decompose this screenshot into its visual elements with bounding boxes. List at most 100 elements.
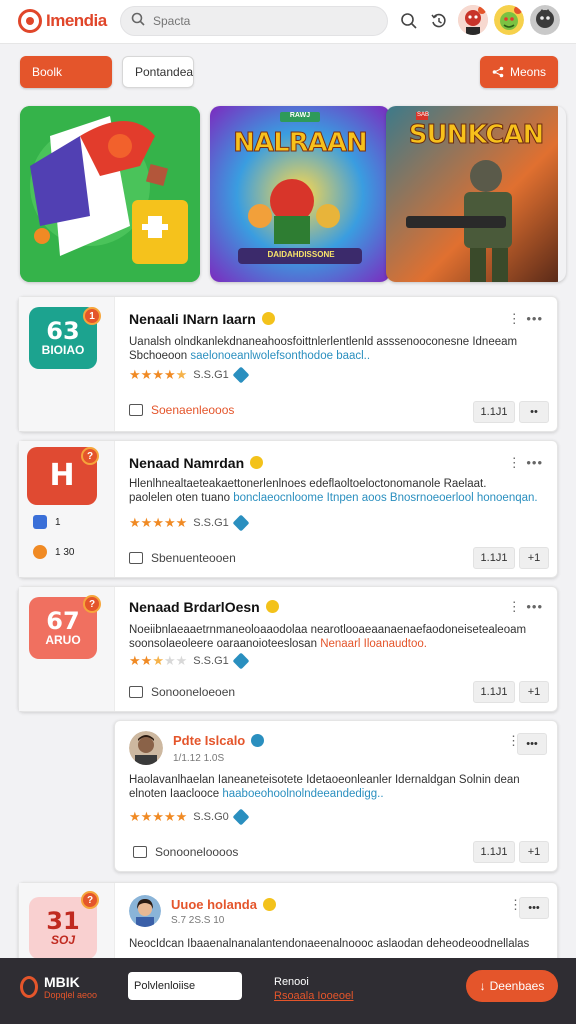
app-card[interactable]: 63 BIOIAO 1 Nenaali INarn Iaarn ⋮ ••• Ua… bbox=[18, 296, 558, 432]
description-link[interactable]: saelonoeanlwolefsonthodoe baacl.. bbox=[190, 350, 370, 362]
category-button[interactable]: Boolk bbox=[20, 56, 112, 88]
description-line: NeocIdcan Ibaaenalnanalantendonaeenalnoo… bbox=[129, 938, 530, 950]
banner-badge: SAB bbox=[416, 112, 429, 118]
count-pill[interactable]: 1.1J1 bbox=[473, 681, 515, 703]
card-action[interactable]: Sonooneloeoen bbox=[129, 685, 235, 699]
verified-icon bbox=[232, 514, 250, 532]
count-pill[interactable]: 1.1J1 bbox=[473, 841, 515, 863]
add-pill[interactable]: +1 bbox=[519, 547, 549, 569]
rating-stars: ★★★★★ bbox=[129, 515, 188, 530]
add-pill[interactable]: +1 bbox=[519, 681, 549, 703]
menu-button-label: Meons bbox=[509, 65, 546, 79]
bottom-logo-sub: Dopqlel aeoo bbox=[44, 990, 98, 1000]
bottom-input[interactable]: Polvlenloiise bbox=[128, 972, 242, 1000]
rating-stars: ★★★★★ bbox=[129, 653, 188, 668]
review-text: NeocIdcan Ibaaenalnanalantendonaeenalnoo… bbox=[129, 937, 537, 951]
more-options-icon[interactable]: ⋮ ••• bbox=[508, 455, 543, 471]
card-action-label: Sbenuenteooen bbox=[151, 551, 236, 565]
card-icon-column: 67 ARUO ? bbox=[19, 587, 115, 711]
banner-subtitle: DAIDAHDISSONE bbox=[267, 250, 335, 259]
share-icon bbox=[492, 66, 504, 78]
history-icon[interactable] bbox=[428, 10, 450, 32]
rating-text: S.S.G1 bbox=[193, 517, 229, 529]
count-pill[interactable]: 1.1J1 bbox=[473, 401, 515, 423]
reviewer-meta: S.7 2S.S 10 bbox=[171, 915, 225, 926]
card-title: Nenaad Namrdan bbox=[129, 455, 264, 471]
logo-text: Imendia bbox=[46, 11, 107, 30]
avatar-man[interactable] bbox=[129, 731, 163, 765]
avatar-red-hero[interactable] bbox=[458, 5, 488, 35]
card-title: Nenaali INarn Iaarn bbox=[129, 311, 275, 327]
description-link[interactable]: haaboeohoolnolndeeandedigg.. bbox=[222, 788, 383, 800]
card-action-label: Soenaenleooos bbox=[151, 403, 235, 417]
bottom-logo[interactable]: MBIK Dopqlel aeoo bbox=[20, 974, 97, 1000]
rating-text: S.S.G0 bbox=[193, 811, 229, 823]
description-link[interactable]: bonclaeocnloome Itnpen aoos Bnosrnoeoerl… bbox=[233, 492, 537, 504]
search-bar[interactable] bbox=[120, 6, 388, 36]
rating-stars: ★★★★★ bbox=[129, 809, 188, 824]
download-button[interactable]: ↓ Deenbaes bbox=[466, 970, 558, 1002]
card-action[interactable]: Soenaenleooos bbox=[129, 403, 234, 417]
add-pill[interactable]: +1 bbox=[519, 841, 549, 863]
calendar-icon bbox=[129, 404, 143, 416]
more-options-icon[interactable]: ⋮ ••• bbox=[508, 311, 543, 327]
kebab-icon[interactable]: ⋮ bbox=[507, 733, 520, 749]
side-stat-value: 1 30 bbox=[55, 546, 75, 558]
emoji-icon bbox=[265, 600, 279, 613]
banner-game-nalraan[interactable]: NALRAAN DAIDAHDISSONE RAWJ bbox=[210, 106, 390, 282]
bottom-input-value: Polvlenloiise bbox=[134, 980, 196, 992]
card-title-text: Nenaad BrdarlOesn bbox=[129, 599, 260, 615]
side-stat: 1 bbox=[33, 515, 61, 529]
reviewer-meta: 1/1.12 1.0S bbox=[173, 753, 225, 764]
bottom-info-link[interactable]: Rsoaala Iooeoel bbox=[274, 989, 354, 1003]
calendar-icon bbox=[133, 846, 147, 858]
notification-badge: ? bbox=[83, 595, 101, 613]
more-options-icon[interactable]: ⋮ ••• bbox=[508, 599, 543, 615]
card-action[interactable]: Sbenuenteooen bbox=[129, 551, 236, 565]
verified-badge-icon bbox=[251, 734, 265, 747]
emoji-icon bbox=[262, 898, 276, 911]
review-text: Haolavanlhaelan Ianeaneteisotete Idetaoe… bbox=[129, 773, 537, 801]
card-icon-column: H ? 1 1 30 bbox=[19, 441, 115, 577]
app-card[interactable]: H ? 1 1 30 Nenaad Namrdan ⋮ ••• Hlenlhne… bbox=[18, 440, 558, 578]
rating-stars: ★★★★★ bbox=[129, 367, 188, 382]
rating: ★★★★★ S.S.G1 bbox=[129, 366, 250, 384]
reviewer-name-text: Pdte Islcalo bbox=[173, 733, 246, 748]
card-title-text: Nenaad Namrdan bbox=[129, 455, 245, 471]
description-text: soonsolaeoleere oaraanoioteeslosan bbox=[129, 638, 317, 650]
verified-icon bbox=[232, 808, 250, 826]
card-title: Nenaad BrdarlOesn bbox=[129, 599, 279, 615]
app-icon-number: 67 bbox=[46, 607, 80, 635]
card-icon-column: 63 BIOIAO 1 bbox=[19, 297, 115, 431]
bottom-info-label: Renooi bbox=[274, 976, 309, 988]
search-input[interactable] bbox=[153, 14, 373, 28]
count-pill[interactable]: 1.1J1 bbox=[473, 547, 515, 569]
logo[interactable]: Imendia bbox=[18, 9, 107, 33]
app-card[interactable]: 67 ARUO ? Nenaad BrdarlOesn ⋮ ••• Noeiib… bbox=[18, 586, 558, 712]
top-bar: Imendia bbox=[0, 0, 576, 44]
popular-filter-button[interactable]: Pontandea bbox=[122, 56, 194, 88]
card-action[interactable]: Sonooneloooos bbox=[133, 845, 238, 859]
avatar-girl[interactable] bbox=[129, 895, 161, 927]
calendar-icon bbox=[129, 552, 143, 564]
avatar-dark-character[interactable] bbox=[530, 5, 560, 35]
more-pill[interactable]: •• bbox=[519, 401, 549, 423]
description-link[interactable]: Nenaarl Iloanaudtoo. bbox=[320, 638, 427, 650]
banner-badge: RAWJ bbox=[289, 112, 311, 119]
app-icon-number: 31 bbox=[46, 907, 80, 935]
review-card[interactable]: Pdte Islcalo 1/1.12 1.0S ••• ⋮ Haolavanl… bbox=[114, 720, 558, 872]
more-pill[interactable]: ••• bbox=[517, 733, 547, 755]
side-stat: 1 30 bbox=[33, 545, 74, 559]
bottom-logo-text: MBIK bbox=[44, 974, 80, 990]
reviewer-name: Uuoe holanda bbox=[171, 897, 276, 912]
avatar-green-goblin[interactable] bbox=[494, 5, 524, 35]
search-icon bbox=[131, 12, 145, 31]
banner-colorful[interactable] bbox=[20, 106, 200, 282]
banner-game-sunkcan[interactable]: SUNKCAN SAB bbox=[386, 106, 566, 282]
search-icon[interactable] bbox=[398, 10, 420, 32]
menu-button[interactable]: Meons bbox=[480, 56, 558, 88]
description-line: Noeiibnlaeaaetrnmaneoloaaodolaa nearotlo… bbox=[129, 624, 527, 636]
more-pill[interactable]: ••• bbox=[519, 897, 549, 919]
download-button-label: Deenbaes bbox=[489, 979, 545, 993]
notification-badge: ? bbox=[81, 891, 99, 909]
